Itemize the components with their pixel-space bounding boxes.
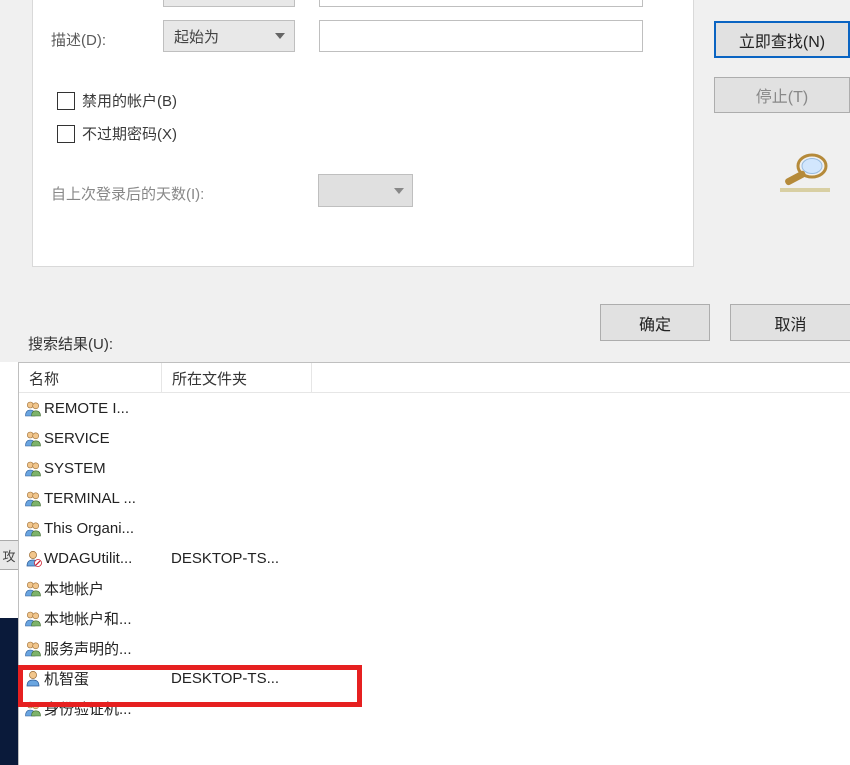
list-item[interactable]: REMOTE I... — [19, 393, 850, 423]
item-name: WDAGUtilit... — [44, 550, 165, 567]
dialog-buttons-row: 确定 取消 — [600, 304, 850, 341]
list-item[interactable]: 机智蛋DESKTOP-TS... — [19, 663, 850, 693]
dialog-upper-region: 描述(D): 起始为 禁用的帐户(B) 不过期密码(X) 自上次登录后的天数(I… — [0, 0, 850, 362]
list-item[interactable]: WDAGUtilit...DESKTOP-TS... — [19, 543, 850, 573]
item-name: 本地帐户 — [44, 578, 165, 599]
group-icon — [22, 639, 44, 657]
group-icon — [22, 429, 44, 447]
column-header-name[interactable]: 名称 — [19, 363, 162, 392]
group-icon — [22, 519, 44, 537]
column-header-folder[interactable]: 所在文件夹 — [162, 363, 312, 392]
user-icon — [22, 669, 44, 687]
chevron-down-icon — [386, 175, 412, 206]
group-icon — [22, 609, 44, 627]
disabled-accounts-checkbox-row[interactable]: 禁用的帐户(B) — [57, 90, 177, 111]
item-name: This Organi... — [44, 520, 165, 537]
button-label: 取消 — [774, 311, 806, 335]
item-name: REMOTE I... — [44, 400, 165, 417]
list-item[interactable]: 本地帐户 — [19, 573, 850, 603]
noexpiry-password-checkbox-row[interactable]: 不过期密码(X) — [57, 123, 177, 144]
user-disabled-icon — [22, 549, 44, 567]
checkbox-label: 不过期密码(X) — [82, 123, 177, 144]
item-folder: DESKTOP-TS... — [165, 670, 335, 687]
group-icon — [22, 399, 44, 417]
group-icon — [22, 489, 44, 507]
item-name: 本地帐户和... — [44, 608, 165, 629]
days-since-login-label: 自上次登录后的天数(I): — [51, 183, 204, 204]
background-window-strip: 攻 — [0, 540, 18, 570]
checkbox-icon — [57, 125, 75, 143]
button-label: 停止(T) — [756, 83, 808, 107]
item-folder: DESKTOP-TS... — [165, 550, 335, 567]
background-char: 攻 — [2, 546, 15, 565]
item-name: 服务声明的... — [44, 638, 165, 659]
magnifier-icon — [780, 150, 840, 200]
button-label: 立即查找(N) — [739, 28, 825, 52]
item-name: 身份验证机... — [44, 698, 165, 719]
list-item[interactable]: SERVICE — [19, 423, 850, 453]
list-item[interactable]: 身份验证机... — [19, 693, 850, 723]
column-headers: 名称 所在文件夹 — [19, 363, 850, 393]
list-item[interactable]: TERMINAL ... — [19, 483, 850, 513]
search-results-list[interactable]: 名称 所在文件夹 REMOTE I... SERVICE SYSTEM TERMINA… — [18, 362, 850, 765]
item-name: SERVICE — [44, 430, 165, 447]
item-name: 机智蛋 — [44, 668, 165, 689]
group-icon — [22, 579, 44, 597]
group-icon — [22, 699, 44, 717]
list-item[interactable]: 服务声明的... — [19, 633, 850, 663]
stop-button[interactable]: 停止(T) — [714, 77, 850, 113]
list-item[interactable]: This Organi... — [19, 513, 850, 543]
group-icon — [22, 459, 44, 477]
search-results-label: 搜索结果(U): — [28, 333, 113, 354]
description-label: 描述(D): — [51, 29, 106, 50]
ok-button[interactable]: 确定 — [600, 304, 710, 341]
days-since-login-dropdown[interactable] — [318, 174, 413, 207]
description-mode-dropdown[interactable]: 起始为 — [163, 20, 295, 52]
list-item[interactable]: 本地帐户和... — [19, 603, 850, 633]
description-mode-value: 起始为 — [174, 26, 219, 47]
list-item[interactable]: SYSTEM — [19, 453, 850, 483]
prev-dropdown-edge-stub — [163, 0, 295, 7]
cancel-button[interactable]: 取消 — [730, 304, 850, 341]
description-input[interactable] — [319, 20, 643, 52]
checkbox-label: 禁用的帐户(B) — [82, 90, 177, 111]
find-now-button[interactable]: 立即查找(N) — [714, 21, 850, 58]
item-name: TERMINAL ... — [44, 490, 165, 507]
button-label: 确定 — [639, 311, 671, 335]
item-name: SYSTEM — [44, 460, 165, 477]
prev-input-edge-stub — [319, 0, 643, 7]
search-criteria-panel: 描述(D): 起始为 禁用的帐户(B) 不过期密码(X) 自上次登录后的天数(I… — [32, 0, 694, 267]
chevron-down-icon — [266, 21, 294, 51]
checkbox-icon — [57, 92, 75, 110]
background-window-dark — [0, 618, 18, 765]
